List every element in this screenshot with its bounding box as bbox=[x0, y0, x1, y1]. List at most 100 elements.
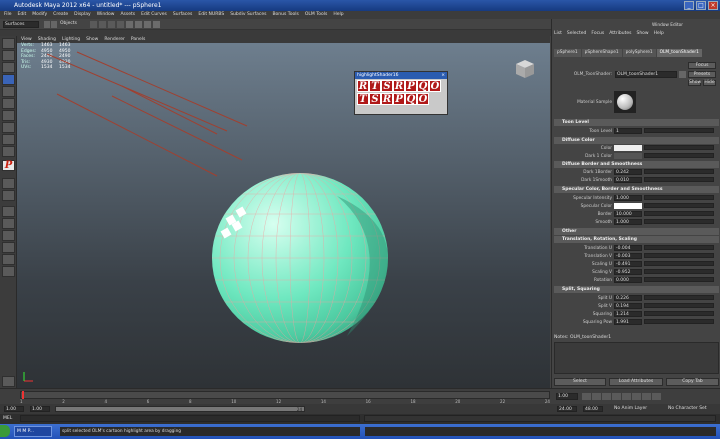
menu-set-dropdown[interactable]: Surfaces bbox=[3, 21, 39, 28]
move-tool-icon[interactable] bbox=[2, 74, 15, 85]
glyph-tile[interactable]: S bbox=[381, 80, 393, 92]
current-time-marker[interactable] bbox=[22, 391, 24, 399]
tab-psphere1[interactable]: pSphere1 bbox=[554, 49, 581, 57]
glyph-tile[interactable]: R bbox=[393, 80, 405, 92]
spec-smooth-field[interactable]: 1.000 bbox=[614, 219, 642, 225]
glyph-tile[interactable]: Q bbox=[417, 80, 429, 92]
time-slider[interactable]: 1 2 4 6 8 10 12 14 16 18 20 22 24 1.00 bbox=[0, 388, 720, 404]
maximize-button[interactable]: □ bbox=[696, 1, 706, 10]
manipulator-icon[interactable] bbox=[2, 110, 15, 121]
layout-graph-icon[interactable] bbox=[2, 242, 15, 253]
playback-end-field[interactable]: 24.00 bbox=[557, 406, 577, 412]
layout-outliner-icon[interactable] bbox=[2, 230, 15, 241]
attr-menu-show[interactable]: Show bbox=[636, 31, 648, 36]
menu-display[interactable]: Display bbox=[74, 12, 91, 17]
glyph-tile[interactable]: O bbox=[429, 80, 441, 92]
specular-intensity-slider[interactable] bbox=[644, 195, 714, 200]
menu-modify[interactable]: Modify bbox=[32, 12, 47, 17]
specular-intensity-field[interactable]: 1.000 bbox=[614, 195, 642, 201]
menu-surfaces[interactable]: Surfaces bbox=[173, 12, 193, 17]
show-button[interactable]: Show bbox=[688, 80, 701, 86]
layout-single-icon[interactable] bbox=[2, 178, 15, 189]
soft-mod-icon[interactable] bbox=[2, 122, 15, 133]
step-back-icon[interactable] bbox=[592, 393, 601, 400]
squaring-pow-slider[interactable] bbox=[644, 319, 714, 324]
character-set-dropdown[interactable]: No Character Set bbox=[668, 405, 707, 413]
minimize-button[interactable]: _ bbox=[684, 1, 694, 10]
scaling-u-slider[interactable] bbox=[644, 261, 714, 266]
save-icon[interactable] bbox=[51, 21, 57, 28]
goto-input-icon[interactable] bbox=[679, 71, 686, 78]
menu-create[interactable]: Create bbox=[53, 12, 68, 17]
select-button[interactable]: Select bbox=[554, 378, 606, 386]
selection-mode-label[interactable]: Objects bbox=[60, 21, 77, 26]
start-time-field[interactable]: 1.00 bbox=[4, 406, 24, 412]
attr-menu-attributes[interactable]: Attributes bbox=[609, 31, 631, 36]
attr-menu-selected[interactable]: Selected bbox=[567, 31, 587, 36]
scale-tool-icon[interactable] bbox=[2, 98, 15, 109]
lasso-tool-icon[interactable] bbox=[2, 50, 15, 61]
glyph-tile[interactable]: O bbox=[417, 93, 429, 105]
glyph-tile[interactable]: P bbox=[405, 80, 417, 92]
olm-paint-icon[interactable]: P bbox=[2, 160, 15, 171]
tab-olm-toonshader1[interactable]: OLM_toonShader1 bbox=[656, 49, 702, 57]
glyph-tile[interactable]: S bbox=[369, 93, 381, 105]
menu-edit-curves[interactable]: Edit Curves bbox=[141, 12, 167, 17]
dark-color-slider[interactable] bbox=[644, 153, 714, 158]
play-back-icon[interactable] bbox=[612, 393, 621, 400]
menu-subdiv[interactable]: Subdiv Surfaces bbox=[230, 12, 266, 17]
dark-smooth-slider[interactable] bbox=[644, 177, 714, 182]
section-specular[interactable]: Specular Color, Border and Smoothness bbox=[554, 186, 719, 193]
play-forward-icon[interactable] bbox=[622, 393, 631, 400]
next-key-icon[interactable] bbox=[632, 393, 641, 400]
scaling-v-slider[interactable] bbox=[644, 269, 714, 274]
split-u-field[interactable]: 0.226 bbox=[614, 295, 642, 301]
copy-tab-button[interactable]: Copy Tab bbox=[666, 378, 719, 386]
dark-color-swatch[interactable] bbox=[614, 153, 642, 159]
attr-menu-list[interactable]: List bbox=[554, 31, 562, 36]
section-split[interactable]: Split, Squaring bbox=[554, 286, 719, 293]
command-input[interactable] bbox=[20, 415, 360, 422]
layout-hypershade-icon[interactable] bbox=[2, 254, 15, 265]
translation-u-field[interactable]: -0.004 bbox=[614, 245, 642, 251]
time-slider-track[interactable] bbox=[20, 391, 550, 399]
split-v-field[interactable]: 0.194 bbox=[614, 303, 642, 309]
spec-border-field[interactable]: 10.000 bbox=[614, 211, 642, 217]
hide-button[interactable]: Hide bbox=[703, 80, 716, 86]
node-name-field[interactable]: OLM_toonShader1 bbox=[615, 71, 677, 78]
glyph-tile[interactable]: P bbox=[393, 93, 405, 105]
spec-smooth-slider[interactable] bbox=[644, 219, 714, 224]
go-to-end-icon[interactable] bbox=[652, 393, 661, 400]
tab-psphereshape1[interactable]: pSphereShape1 bbox=[581, 49, 622, 57]
menu-edit[interactable]: Edit bbox=[18, 12, 27, 17]
current-frame-field[interactable]: 1.00 bbox=[556, 393, 578, 400]
menu-olm-tools[interactable]: OLM Tools bbox=[305, 12, 327, 17]
notes-field[interactable] bbox=[554, 342, 719, 374]
specular-color-slider[interactable] bbox=[644, 203, 714, 208]
attr-menu-help[interactable]: Help bbox=[654, 31, 664, 36]
ipr-icon[interactable] bbox=[144, 21, 151, 28]
snap-curve-icon[interactable] bbox=[99, 21, 106, 28]
dark-border-field[interactable]: 0.242 bbox=[614, 169, 642, 175]
presets-button[interactable]: Presets bbox=[688, 71, 716, 78]
glyph-tile[interactable]: T bbox=[369, 80, 381, 92]
split-u-slider[interactable] bbox=[644, 295, 714, 300]
glyph-tile[interactable]: Q bbox=[405, 93, 417, 105]
specular-color-swatch[interactable] bbox=[614, 203, 642, 209]
last-tool-icon[interactable] bbox=[2, 146, 15, 157]
focus-button[interactable]: Focus bbox=[688, 62, 716, 69]
snap-grid-icon[interactable] bbox=[90, 21, 97, 28]
dark-smooth-field[interactable]: 0.010 bbox=[614, 177, 642, 183]
snap-point-icon[interactable] bbox=[108, 21, 115, 28]
color-slider[interactable] bbox=[644, 145, 714, 150]
anim-layer-dropdown[interactable]: No Anim Layer bbox=[614, 405, 647, 413]
section-other[interactable]: Other bbox=[554, 228, 719, 235]
layout-uv-icon[interactable] bbox=[2, 266, 15, 277]
render-icon[interactable] bbox=[135, 21, 142, 28]
playback-start-field[interactable]: 1.00 bbox=[30, 406, 50, 412]
tab-polysphere1[interactable]: polySphere1 bbox=[622, 49, 656, 57]
select-tool-icon[interactable] bbox=[2, 38, 15, 49]
highlight-shader-window[interactable]: highlightShader16 × RTSRPQO TSRPQO bbox=[354, 71, 448, 115]
translation-v-slider[interactable] bbox=[644, 253, 714, 258]
translation-v-field[interactable]: -0.003 bbox=[614, 253, 642, 259]
